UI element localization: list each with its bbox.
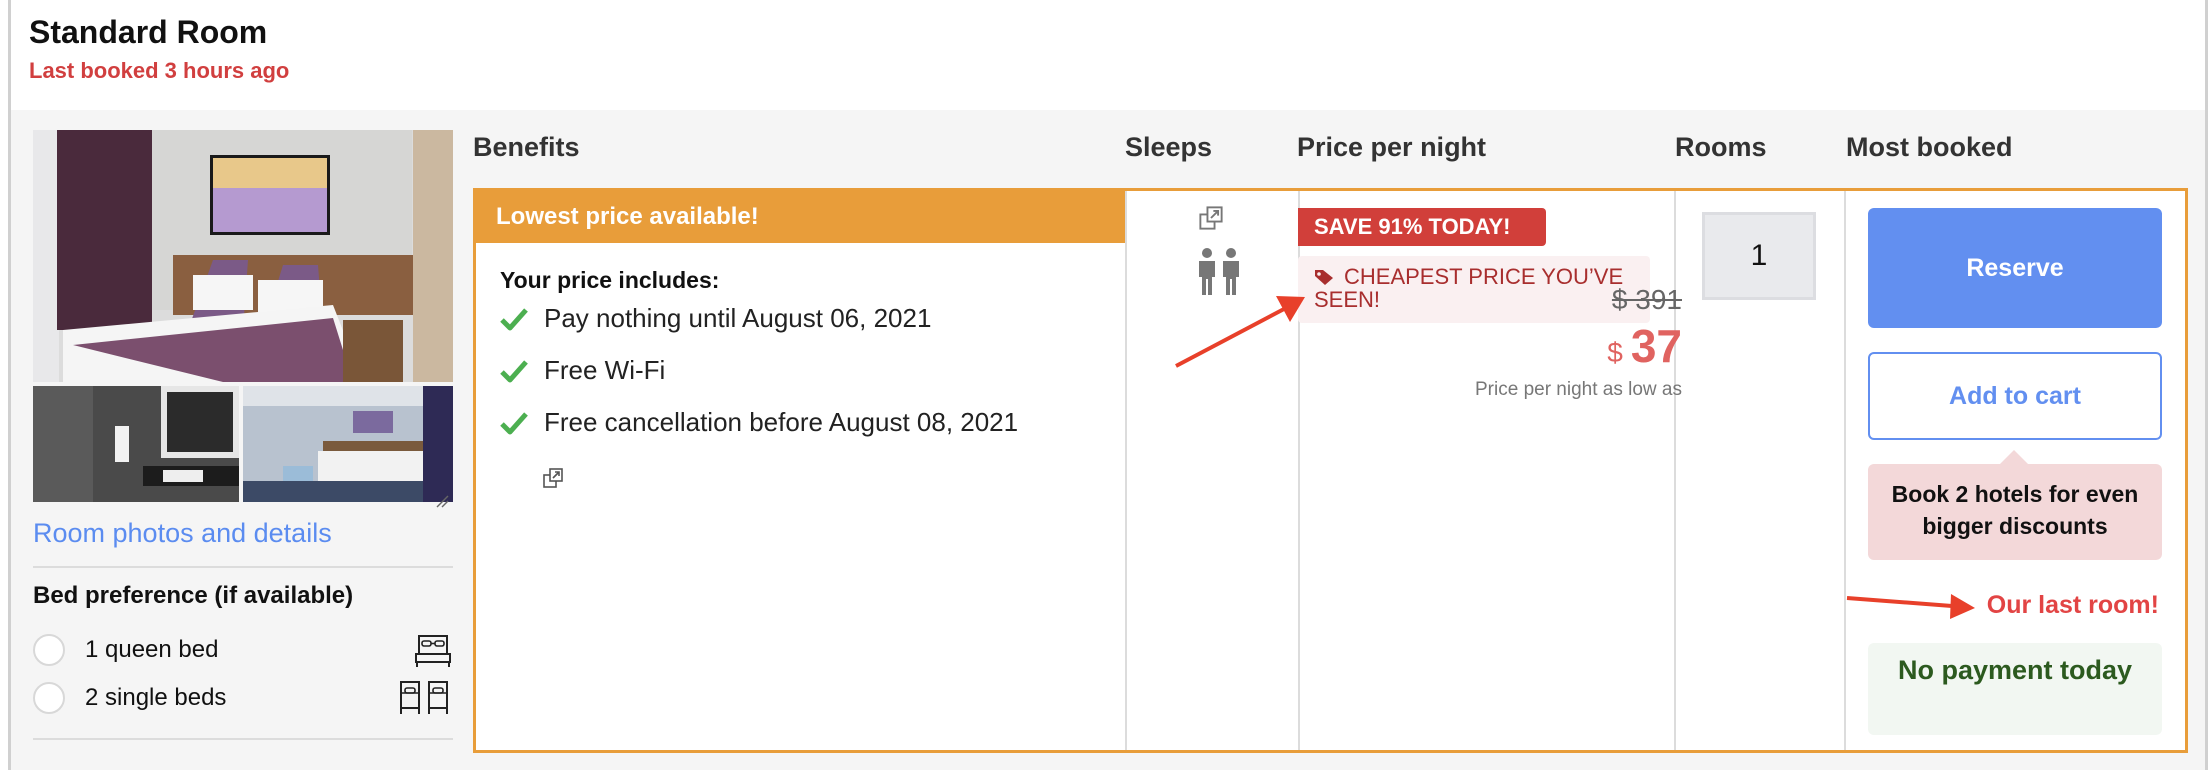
room-card: Standard Room Last booked 3 hours ago Ro… (8, 0, 2208, 770)
rooms-quantity-select[interactable]: 1 (1702, 212, 1816, 300)
column-header-most-booked: Most booked (1846, 132, 2013, 162)
benefit-item: Free cancellation before August 08, 2021 (500, 407, 1018, 438)
bed-option-label: 1 queen bed (85, 636, 219, 663)
room-title: Standard Room (29, 14, 268, 50)
discounted-price: $37 (1607, 319, 1682, 373)
room-header: Standard Room Last booked 3 hours ago (11, 0, 2205, 110)
column-header-rooms: Rooms (1675, 132, 1767, 162)
includes-title: Your price includes: (500, 267, 720, 293)
benefit-item: Free Wi-Fi (500, 355, 665, 386)
benefit-text: Free cancellation before August 08, 2021 (544, 407, 1019, 437)
column-divider (1844, 191, 1846, 750)
room-photos-link[interactable]: Room photos and details (33, 518, 332, 549)
price-tag-icon (1315, 270, 1333, 285)
column-divider (1125, 191, 1127, 750)
column-header-benefits: Benefits (473, 132, 580, 162)
room-photo-bathroom[interactable] (33, 386, 239, 502)
last-room-notice: Our last room! (1986, 591, 2159, 619)
original-price: $ 391 (1611, 284, 1682, 315)
radio-queen-bed[interactable] (33, 634, 65, 666)
two-people-icon (1197, 247, 1243, 297)
bed-option-queen[interactable]: 1 queen bed (33, 632, 453, 668)
check-icon (500, 359, 528, 382)
no-payment-today-badge: No payment today (1868, 643, 2162, 735)
radio-single-beds[interactable] (33, 682, 65, 714)
bed-option-single[interactable]: 2 single beds (33, 680, 453, 716)
column-divider (1674, 191, 1676, 750)
reserve-button[interactable]: Reserve (1868, 208, 2162, 328)
price-note: Price per night as low as (1475, 379, 1682, 400)
divider (33, 566, 453, 568)
bed-preference-title: Bed preference (if available) (33, 582, 354, 609)
multi-hotel-discount-tip: Book 2 hotels for even bigger discounts (1868, 450, 2162, 560)
benefit-item: Pay nothing until August 06, 2021 (500, 303, 931, 334)
save-percent-badge: SAVE 91% TODAY! (1298, 208, 1546, 246)
cheapest-price-text: CHEAPEST PRICE YOU’VE SEEN! (1314, 264, 1624, 312)
offer-row: Lowest price available! Your price inclu… (473, 188, 2188, 753)
cheapest-price-badge: CHEAPEST PRICE YOU’VE SEEN! (1298, 256, 1650, 323)
queen-bed-icon (413, 632, 453, 668)
price-amount: 37 (1630, 320, 1682, 372)
room-photo-twin[interactable] (243, 386, 453, 502)
add-to-cart-button[interactable]: Add to cart (1868, 352, 2162, 440)
expand-handle-icon (435, 494, 449, 508)
room-photo-bedroom[interactable] (33, 130, 453, 382)
column-header-sleeps: Sleeps (1125, 132, 1213, 162)
currency-symbol: $ (1607, 337, 1623, 368)
check-icon (500, 307, 528, 330)
benefit-text: Free Wi-Fi (544, 355, 666, 385)
divider (33, 738, 453, 740)
external-link-icon[interactable] (1198, 205, 1224, 231)
benefit-text: Pay nothing until August 06, 2021 (544, 303, 932, 333)
single-beds-icon (397, 680, 453, 716)
column-header-price: Price per night (1297, 132, 1487, 162)
check-icon (500, 411, 528, 434)
last-booked-notice: Last booked 3 hours ago (29, 58, 290, 83)
external-link-icon[interactable] (542, 467, 564, 489)
lowest-price-banner: Lowest price available! (476, 191, 1125, 243)
bed-option-label: 2 single beds (85, 684, 227, 711)
